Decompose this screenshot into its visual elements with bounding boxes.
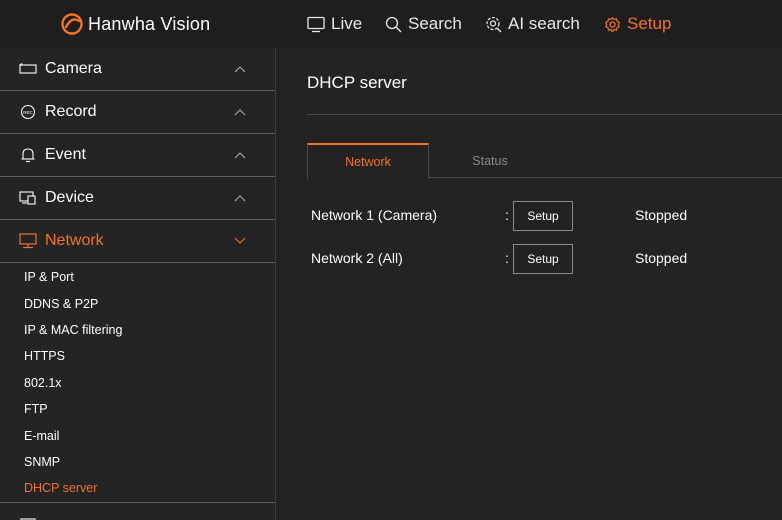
- title-divider: [307, 114, 782, 115]
- network-1-setup-button[interactable]: Setup: [513, 201, 573, 231]
- sidebar: Camera REC Record Event Device Network I…: [0, 48, 276, 520]
- tab-network[interactable]: Network: [307, 143, 429, 179]
- monitor-icon: [307, 16, 325, 32]
- nav-live[interactable]: Live: [307, 0, 362, 48]
- bell-icon: [18, 147, 38, 163]
- row-label: Network 1 (Camera): [311, 207, 438, 223]
- tab-status[interactable]: Status: [429, 143, 551, 178]
- dhcp-row-network-1: Network 1 (Camera) : Setup Stopped: [311, 201, 761, 231]
- sidebar-menu-event-label: Event: [45, 146, 86, 163]
- network-2-setup-button[interactable]: Setup: [513, 244, 573, 274]
- network-monitor-icon: [18, 233, 38, 249]
- row-separator: :: [505, 250, 509, 266]
- record-icon: REC: [18, 104, 38, 120]
- network-2-status: Stopped: [635, 250, 688, 266]
- brand-name: Hanwha Vision: [88, 13, 211, 34]
- sidebar-item-email[interactable]: E-mail: [0, 422, 275, 448]
- sidebar-menu-record-label: Record: [45, 103, 97, 120]
- row-label: Network 2 (All): [311, 250, 403, 266]
- ai-search-icon: [486, 16, 502, 32]
- dhcp-row-network-2: Network 2 (All) : Setup Stopped: [311, 244, 761, 274]
- network-submenu: IP & Port DDNS & P2P IP & MAC filtering …: [0, 263, 275, 503]
- sidebar-menu-event[interactable]: Event: [0, 134, 275, 177]
- sidebar-menu-device-label: Device: [45, 189, 94, 206]
- page-title: DHCP server: [307, 73, 407, 92]
- sidebar-item-ddns-p2p[interactable]: DDNS & P2P: [0, 290, 275, 316]
- network-1-status: Stopped: [635, 207, 688, 223]
- sidebar-item-dhcp-server[interactable]: DHCP server: [0, 475, 275, 501]
- nav-ai-search[interactable]: AI search: [485, 0, 580, 48]
- chevron-up-icon: [234, 152, 246, 159]
- nav-setup[interactable]: Setup: [604, 0, 671, 48]
- sidebar-menu-network-label: Network: [45, 232, 104, 249]
- next-menu-icon: [18, 516, 38, 520]
- nav-ai-search-label: AI search: [508, 14, 580, 33]
- sidebar-item-https[interactable]: HTTPS: [0, 343, 275, 369]
- camera-icon: [18, 61, 38, 77]
- sidebar-menu-next[interactable]: [0, 503, 275, 520]
- sidebar-menu-network[interactable]: Network: [0, 220, 275, 263]
- top-bar: Hanwha Vision Live Search AI search Setu…: [0, 0, 782, 48]
- device-icon: [18, 190, 38, 206]
- nav-setup-label: Setup: [627, 14, 672, 33]
- sidebar-item-8021x[interactable]: 802.1x: [0, 370, 275, 396]
- sidebar-item-ftp[interactable]: FTP: [0, 396, 275, 422]
- chevron-up-icon: [234, 109, 246, 116]
- sidebar-menu-record[interactable]: REC Record: [0, 91, 275, 134]
- svg-text:REC: REC: [23, 110, 33, 115]
- chevron-down-icon: [234, 237, 246, 244]
- gear-icon: [605, 16, 620, 32]
- sidebar-item-snmp[interactable]: SNMP: [0, 449, 275, 475]
- sidebar-item-ip-port[interactable]: IP & Port: [0, 264, 275, 290]
- nav-search[interactable]: Search: [385, 0, 462, 48]
- sidebar-menu-camera[interactable]: Camera: [0, 48, 275, 91]
- chevron-up-icon: [234, 66, 246, 73]
- sidebar-menu-device[interactable]: Device: [0, 177, 275, 220]
- main-panel: DHCP server Network Status Network 1 (Ca…: [277, 48, 782, 520]
- row-separator: :: [505, 207, 509, 223]
- sidebar-menu-camera-label: Camera: [45, 60, 102, 77]
- sidebar-item-ip-mac-filtering[interactable]: IP & MAC filtering: [0, 317, 275, 343]
- brand-logo[interactable]: Hanwha Vision: [60, 11, 210, 37]
- tab-bar: Network Status: [307, 143, 782, 179]
- search-icon: [385, 16, 402, 32]
- nav-live-label: Live: [331, 14, 363, 33]
- chevron-up-icon: [234, 195, 246, 202]
- nav-search-label: Search: [408, 14, 462, 33]
- hanwha-logo-icon: [61, 13, 83, 35]
